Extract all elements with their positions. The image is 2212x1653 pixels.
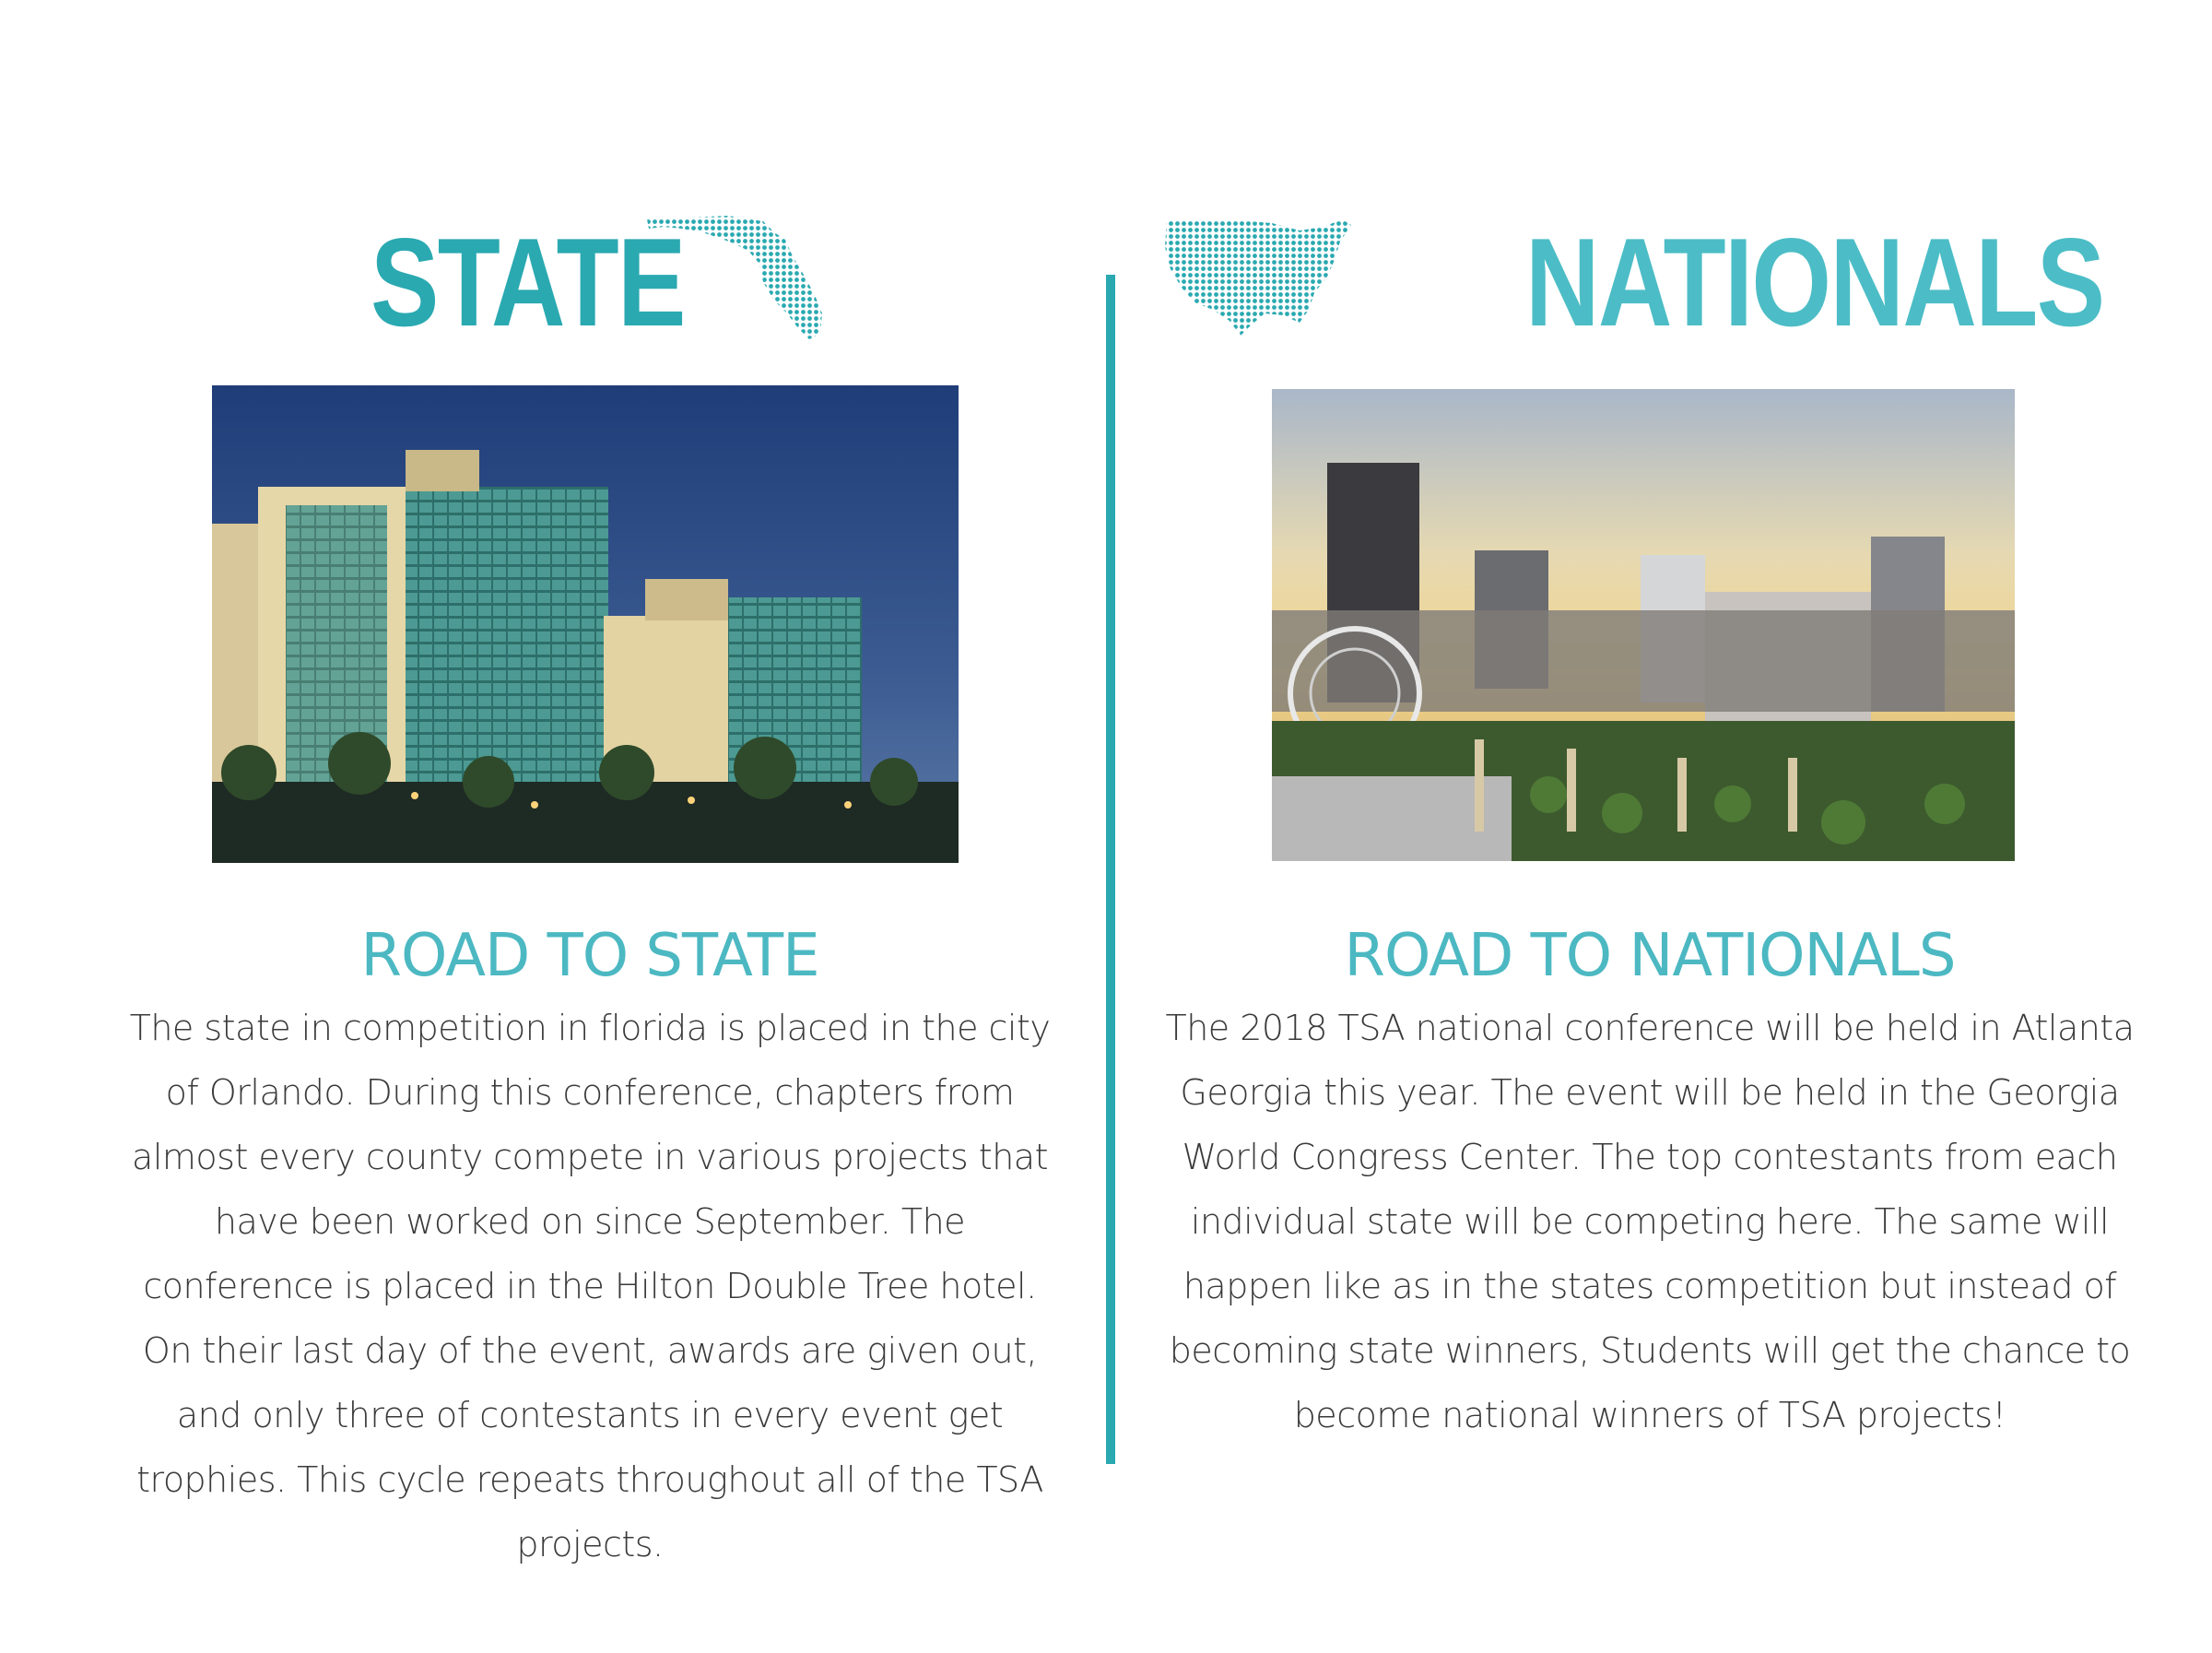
orlando-hotel-photo [212, 385, 959, 863]
state-heading: STATE [371, 212, 686, 352]
road-to-nationals-heading: ROAD TO NATIONALS [1344, 922, 1957, 990]
road-to-state-heading: ROAD TO STATE [360, 922, 819, 990]
florida-map-icon [647, 216, 822, 339]
usa-map-icon [1165, 219, 1351, 336]
state-description: The state in competition in florida is p… [129, 1008, 1051, 1564]
nationals-description: The 2018 TSA national conference will be… [1165, 1008, 2135, 1435]
column-divider [1106, 275, 1115, 1464]
atlanta-skyline-photo [1272, 389, 2015, 861]
nationals-heading: NATIONALS [1525, 212, 2105, 352]
